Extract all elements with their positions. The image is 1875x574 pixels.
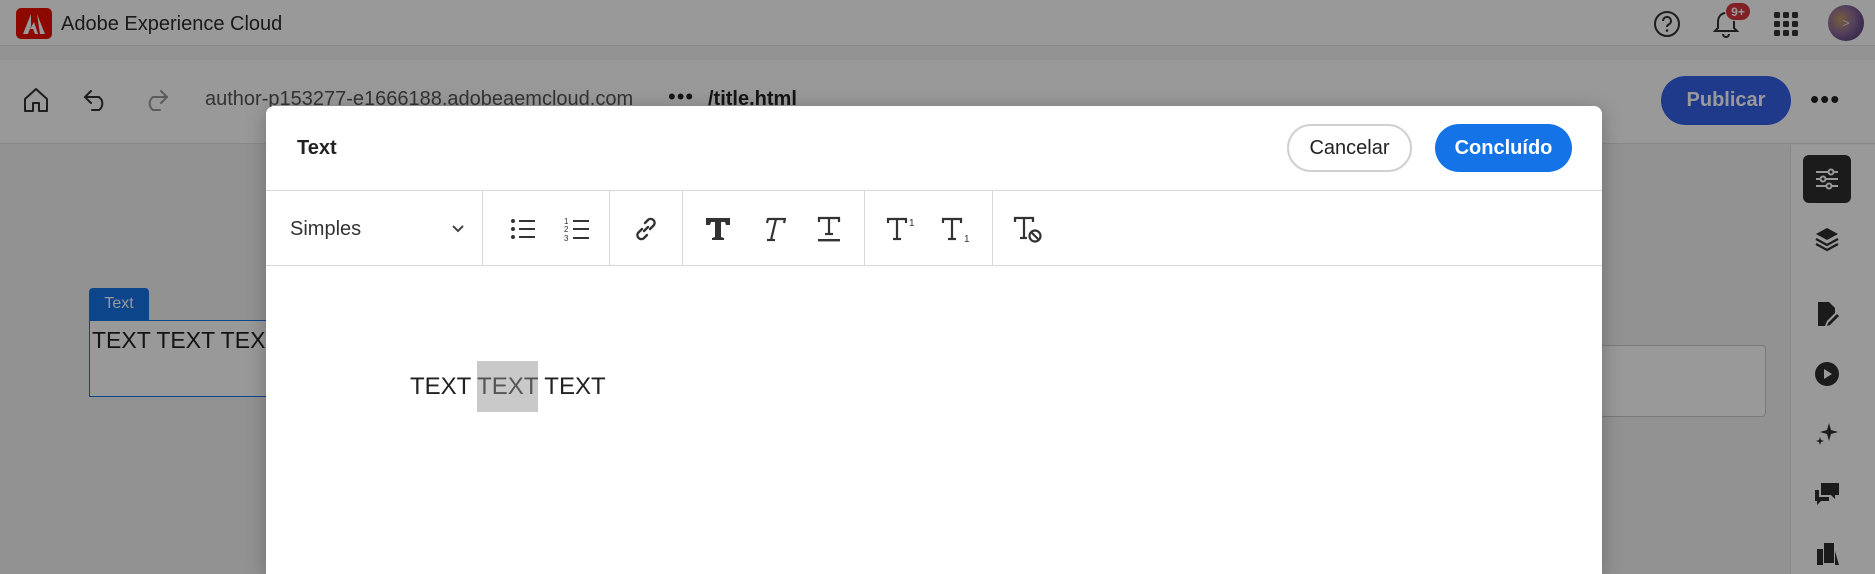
svg-text:1: 1 [964, 234, 970, 242]
dialog-title: Text [297, 137, 337, 159]
bullet-list-icon[interactable] [503, 209, 543, 249]
paragraph-format-select[interactable]: Simples [290, 215, 465, 243]
underline-icon[interactable] [809, 209, 849, 249]
done-button[interactable]: Concluído [1435, 124, 1572, 172]
bold-icon[interactable] [698, 209, 738, 249]
cancel-button[interactable]: Cancelar [1287, 124, 1412, 172]
svg-text:2: 2 [564, 225, 569, 234]
italic-icon[interactable] [753, 209, 793, 249]
dialog-header: Text Cancelar Concluído [266, 106, 1602, 191]
selected-text[interactable]: TEXT [477, 361, 539, 412]
numbered-list-icon[interactable]: 123 [557, 209, 597, 249]
rich-text-dialog: Text Cancelar Concluído Simples 123 1 1 … [266, 106, 1602, 574]
rte-toolbar: Simples 123 1 1 [266, 191, 1602, 266]
svg-text:1: 1 [909, 218, 915, 229]
clear-format-icon[interactable] [1008, 209, 1048, 249]
subscript-icon[interactable]: 1 [936, 209, 976, 249]
rte-content-area[interactable]: TEXT TEXT TEXT [266, 267, 1602, 574]
text-after-selection: TEXT [538, 373, 606, 400]
paragraph-format-group: Simples [266, 191, 483, 266]
rte-text[interactable]: TEXT TEXT TEXT [410, 361, 606, 412]
paragraph-format-value: Simples [290, 217, 362, 240]
superscript-icon[interactable]: 1 [881, 209, 921, 249]
link-icon[interactable] [626, 209, 666, 249]
text-before-selection: TEXT [410, 373, 478, 400]
svg-text:3: 3 [564, 234, 569, 242]
chevron-down-icon [452, 225, 464, 233]
